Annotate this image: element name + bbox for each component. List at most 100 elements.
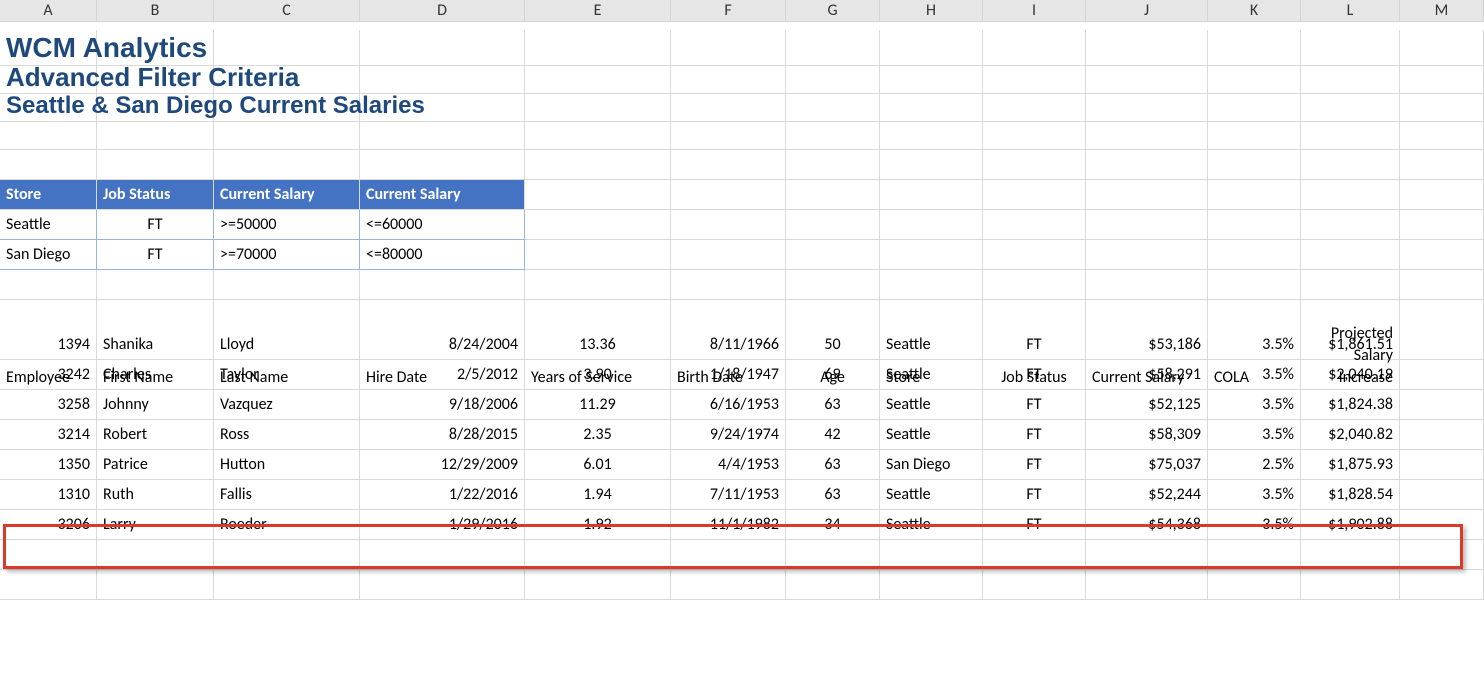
table-row-sal[interactable]: $54,368 [1086,510,1208,540]
cell[interactable] [1086,540,1208,570]
cell[interactable] [880,540,983,570]
cell[interactable] [786,180,880,210]
cell[interactable] [983,180,1086,210]
cell[interactable] [525,270,671,300]
cell[interactable] [1301,210,1400,240]
cell[interactable] [360,120,525,150]
cell[interactable] [97,270,214,300]
cell[interactable] [1208,210,1301,240]
hdr-birth[interactable]: Birth Date [671,300,786,390]
table-row-status[interactable]: FT [983,480,1086,510]
criteria-store-2[interactable]: San Diego [0,240,97,270]
table-row-hire[interactable]: 9/18/2006 [360,390,525,420]
cell[interactable] [1086,150,1208,180]
cell[interactable] [525,90,671,122]
criteria-status-1[interactable]: FT [97,210,214,240]
cell[interactable] [97,150,214,180]
table-row-last[interactable]: Roeder [214,510,360,540]
table-row-last[interactable]: Fallis [214,480,360,510]
cell[interactable] [671,120,786,150]
hdr-store[interactable]: Store [880,300,983,390]
cell[interactable] [97,120,214,150]
table-row-yrs[interactable]: 11.29 [525,390,671,420]
criteria-store-1[interactable]: Seattle [0,210,97,240]
cell[interactable] [671,270,786,300]
cell[interactable] [0,570,97,600]
col-header-M[interactable]: M [1400,0,1484,22]
cell[interactable] [214,540,360,570]
cell[interactable] [671,180,786,210]
cell[interactable] [1400,210,1484,240]
hdr-status[interactable]: Job Status [983,300,1086,390]
col-header-F[interactable]: F [671,0,786,22]
table-row-store[interactable]: Seattle [880,510,983,540]
cell[interactable] [97,570,214,600]
criteria-cs2-2[interactable]: <=80000 [360,240,525,270]
cell[interactable] [1301,180,1400,210]
table-row-hire[interactable]: 1/22/2016 [360,480,525,510]
hdr-proj[interactable]: Projected Salary Increase [1301,300,1400,390]
col-header-B[interactable]: B [97,0,214,22]
hdr-first[interactable]: First Name [97,300,214,390]
cell[interactable] [1086,90,1208,122]
criteria-header-currentsalary-2[interactable]: Current Salary [360,180,525,210]
table-row-first[interactable]: Ruth [97,480,214,510]
cell[interactable] [1400,90,1484,122]
cell[interactable] [880,90,983,122]
table-row-last[interactable]: Ross [214,420,360,450]
cell[interactable] [983,90,1086,122]
criteria-cs1-2[interactable]: >=70000 [214,240,360,270]
col-header-A[interactable]: A [0,0,97,22]
cell[interactable] [880,570,983,600]
table-row-birth[interactable]: 9/24/1974 [671,420,786,450]
cell[interactable] [983,60,1086,94]
col-header-K[interactable]: K [1208,0,1301,22]
cell[interactable] [360,540,525,570]
cell[interactable] [1400,120,1484,150]
cell[interactable] [0,270,97,300]
cell[interactable] [786,540,880,570]
table-row-emp[interactable]: 1310 [0,480,97,510]
table-row-sal[interactable]: $52,244 [1086,480,1208,510]
cell[interactable] [983,270,1086,300]
cell[interactable] [786,240,880,270]
cell[interactable] [1086,210,1208,240]
cell[interactable] [1086,240,1208,270]
table-row-yrs[interactable]: 1.92 [525,510,671,540]
cell[interactable] [525,60,671,94]
cell[interactable] [1400,390,1484,420]
cell[interactable] [671,240,786,270]
cell[interactable] [525,210,671,240]
cell[interactable] [1208,120,1301,150]
table-row-hire[interactable]: 12/29/2009 [360,450,525,480]
criteria-status-2[interactable]: FT [97,240,214,270]
table-row-birth[interactable]: 6/16/1953 [671,390,786,420]
table-row-cola[interactable]: 3.5% [1208,510,1301,540]
cell[interactable] [525,120,671,150]
cell[interactable] [1301,90,1400,122]
cell[interactable] [1208,570,1301,600]
cell[interactable] [671,90,786,122]
cell[interactable] [214,120,360,150]
cell[interactable] [1400,180,1484,210]
table-row-emp[interactable]: 3214 [0,420,97,450]
cell[interactable] [0,120,97,150]
col-header-H[interactable]: H [880,0,983,22]
cell[interactable] [1301,150,1400,180]
table-row-proj[interactable]: $1,902.88 [1301,510,1400,540]
table-row-cola[interactable]: 3.5% [1208,480,1301,510]
criteria-cs2-1[interactable]: <=60000 [360,210,525,240]
cell[interactable] [983,120,1086,150]
cell[interactable] [525,150,671,180]
criteria-header-currentsalary-1[interactable]: Current Salary [214,180,360,210]
table-row-store[interactable]: Seattle [880,390,983,420]
col-header-I[interactable]: I [983,0,1086,22]
col-header-D[interactable]: D [360,0,525,22]
table-row-first[interactable]: Robert [97,420,214,450]
cell[interactable] [1400,510,1484,540]
table-row-age[interactable]: 63 [786,450,880,480]
table-row-sal[interactable]: $58,309 [1086,420,1208,450]
table-row-status[interactable]: FT [983,390,1086,420]
hdr-last[interactable]: Last Name [214,300,360,390]
cell[interactable] [1301,570,1400,600]
